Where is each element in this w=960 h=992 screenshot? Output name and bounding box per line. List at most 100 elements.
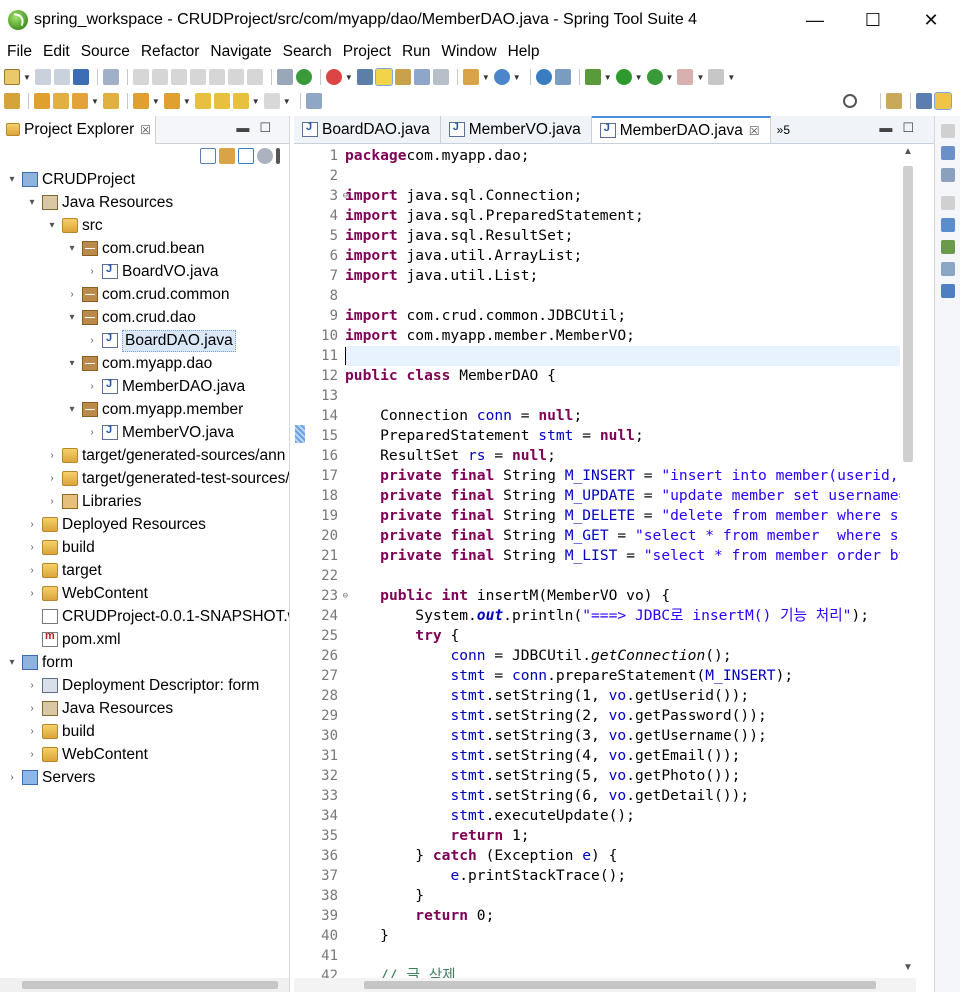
editor-tab[interactable]: MemberDAO.java ☒: [591, 116, 771, 143]
new-icon[interactable]: [4, 69, 20, 85]
menu-project[interactable]: Project: [339, 43, 395, 61]
search-icon[interactable]: [843, 94, 857, 108]
tree-item[interactable]: › WebContent: [0, 743, 289, 766]
terminal-icon[interactable]: [72, 69, 89, 85]
menu-search[interactable]: Search: [279, 43, 336, 61]
code-line[interactable]: private final String M_INSERT = "insert …: [345, 466, 900, 486]
collapsed-arrow-icon[interactable]: ›: [86, 335, 98, 346]
code-line[interactable]: import java.sql.PreparedStatement;: [345, 206, 900, 226]
open-resource-icon[interactable]: [102, 93, 119, 109]
forward-history-icon[interactable]: [213, 93, 230, 109]
code-line[interactable]: stmt.setString(1, vo.getUserid());: [345, 686, 900, 706]
editor-tab[interactable]: BoardDAO.java: [294, 116, 441, 143]
close-button[interactable]: ✕: [902, 0, 960, 40]
tree-item[interactable]: ▾ com.crud.dao: [0, 306, 289, 329]
scroll-up-icon[interactable]: ▲: [900, 146, 916, 162]
restore-icon[interactable]: [940, 196, 955, 210]
save-all-icon[interactable]: [53, 69, 70, 85]
menu-navigate[interactable]: Navigate: [206, 43, 275, 61]
toggle-breadcrumb-icon[interactable]: [394, 69, 411, 85]
server-icon[interactable]: [708, 69, 725, 85]
code-line[interactable]: e.printStackTrace();: [345, 866, 900, 886]
search-tool-icon[interactable]: [554, 69, 571, 85]
tab-overflow-button[interactable]: »5: [771, 116, 796, 143]
expanded-arrow-icon[interactable]: ▾: [66, 312, 78, 323]
code-line[interactable]: [345, 946, 900, 966]
skip-breakpoints-icon[interactable]: [102, 69, 119, 85]
view-menu-icon[interactable]: [276, 148, 280, 164]
expanded-arrow-icon[interactable]: ▾: [26, 197, 38, 208]
code-line[interactable]: try {: [345, 626, 900, 646]
close-icon[interactable]: ☒: [749, 124, 760, 138]
pen-dropdown-icon[interactable]: ▼: [91, 97, 99, 106]
tree-item[interactable]: › build: [0, 536, 289, 559]
scrollbar-thumb[interactable]: [22, 981, 278, 989]
expanded-arrow-icon[interactable]: ▾: [66, 404, 78, 415]
maximize-button[interactable]: ☐: [844, 0, 902, 40]
tree-item[interactable]: ▾ com.myapp.member: [0, 398, 289, 421]
tree-item[interactable]: › com.crud.common: [0, 283, 289, 306]
open-type-icon[interactable]: [34, 93, 50, 109]
collapsed-arrow-icon[interactable]: ›: [46, 496, 58, 507]
collapsed-arrow-icon[interactable]: ›: [26, 726, 38, 737]
new-java-project-dropdown-icon[interactable]: ▼: [482, 73, 490, 82]
project-explorer-tab[interactable]: Project Explorer ☒: [0, 115, 157, 144]
code-line[interactable]: System.out.println("===> JDBC로 insertM()…: [345, 606, 900, 626]
scroll-down-icon[interactable]: ▼: [900, 962, 916, 978]
collapsed-arrow-icon[interactable]: ›: [26, 588, 38, 599]
code-line[interactable]: packagecom.myapp.dao;: [345, 146, 900, 166]
code-line[interactable]: [345, 166, 900, 186]
collapsed-arrow-icon[interactable]: ›: [26, 703, 38, 714]
word-wrap-icon[interactable]: [276, 69, 293, 85]
open-folder-icon[interactable]: [53, 93, 69, 109]
build-icon[interactable]: [4, 93, 20, 109]
restore-icon[interactable]: [940, 124, 955, 138]
collapsed-arrow-icon[interactable]: ›: [86, 381, 98, 392]
stop-dropdown-icon[interactable]: ▼: [696, 73, 704, 82]
back-arrow-icon[interactable]: [232, 93, 249, 109]
tree-item[interactable]: › Libraries: [0, 490, 289, 513]
block-selection-icon[interactable]: [413, 69, 430, 85]
relaunch-dropdown-icon[interactable]: ▼: [345, 73, 353, 82]
expanded-arrow-icon[interactable]: ▾: [66, 358, 78, 369]
tree-item[interactable]: CRUDProject-0.0.1-SNAPSHOT.wa: [0, 605, 289, 628]
editor-horizontal-scrollbar[interactable]: [294, 978, 916, 992]
tree-item[interactable]: › target/generated-sources/ann: [0, 444, 289, 467]
forward-arrow-icon[interactable]: [263, 93, 280, 109]
annotation-ruler[interactable]: [294, 146, 306, 978]
back-dropdown-icon[interactable]: ▼: [252, 97, 260, 106]
task-list-icon[interactable]: [940, 168, 955, 182]
code-line[interactable]: private final String M_LIST = "select * …: [345, 546, 900, 566]
code-line[interactable]: private final String M_UPDATE = "update …: [345, 486, 900, 506]
minimize-button[interactable]: —: [786, 0, 844, 40]
power-icon[interactable]: [295, 69, 312, 85]
menu-window[interactable]: Window: [437, 43, 500, 61]
code-line[interactable]: stmt.setString(5, vo.getPhoto());: [345, 766, 900, 786]
source-code[interactable]: packagecom.myapp.dao; import java.sql.Con…: [345, 146, 900, 978]
globe-icon[interactable]: [535, 69, 552, 85]
resume-icon[interactable]: [132, 69, 149, 85]
collapsed-arrow-icon[interactable]: ›: [86, 266, 98, 277]
data-source-explorer-icon[interactable]: [940, 262, 955, 276]
mark-occurrences-icon[interactable]: [374, 68, 393, 86]
tree-item[interactable]: pom.xml: [0, 628, 289, 651]
step-into-icon[interactable]: [208, 69, 225, 85]
scrollbar-thumb[interactable]: [364, 981, 876, 989]
tree-item[interactable]: › BoardDAO.java: [0, 329, 289, 352]
relaunch-icon[interactable]: [325, 69, 342, 85]
tree-item[interactable]: › BoardVO.java: [0, 260, 289, 283]
code-line[interactable]: return 1;: [345, 826, 900, 846]
previous-annotation-dropdown-icon[interactable]: ▼: [183, 97, 191, 106]
occurrence-marker[interactable]: [295, 425, 305, 443]
code-line[interactable]: import java.sql.ResultSet;: [345, 226, 900, 246]
code-line[interactable]: stmt.setString(3, vo.getUsername());: [345, 726, 900, 746]
code-line[interactable]: stmt.executeUpdate();: [345, 806, 900, 826]
collapsed-arrow-icon[interactable]: ›: [26, 565, 38, 576]
code-line[interactable]: [345, 566, 900, 586]
tree-item[interactable]: ▾ form: [0, 651, 289, 674]
menu-help[interactable]: Help: [504, 43, 544, 61]
tree-item[interactable]: ▾ src: [0, 214, 289, 237]
code-line[interactable]: }: [345, 886, 900, 906]
tree-item[interactable]: › MemberDAO.java: [0, 375, 289, 398]
code-line[interactable]: stmt.setString(6, vo.getDetail());: [345, 786, 900, 806]
